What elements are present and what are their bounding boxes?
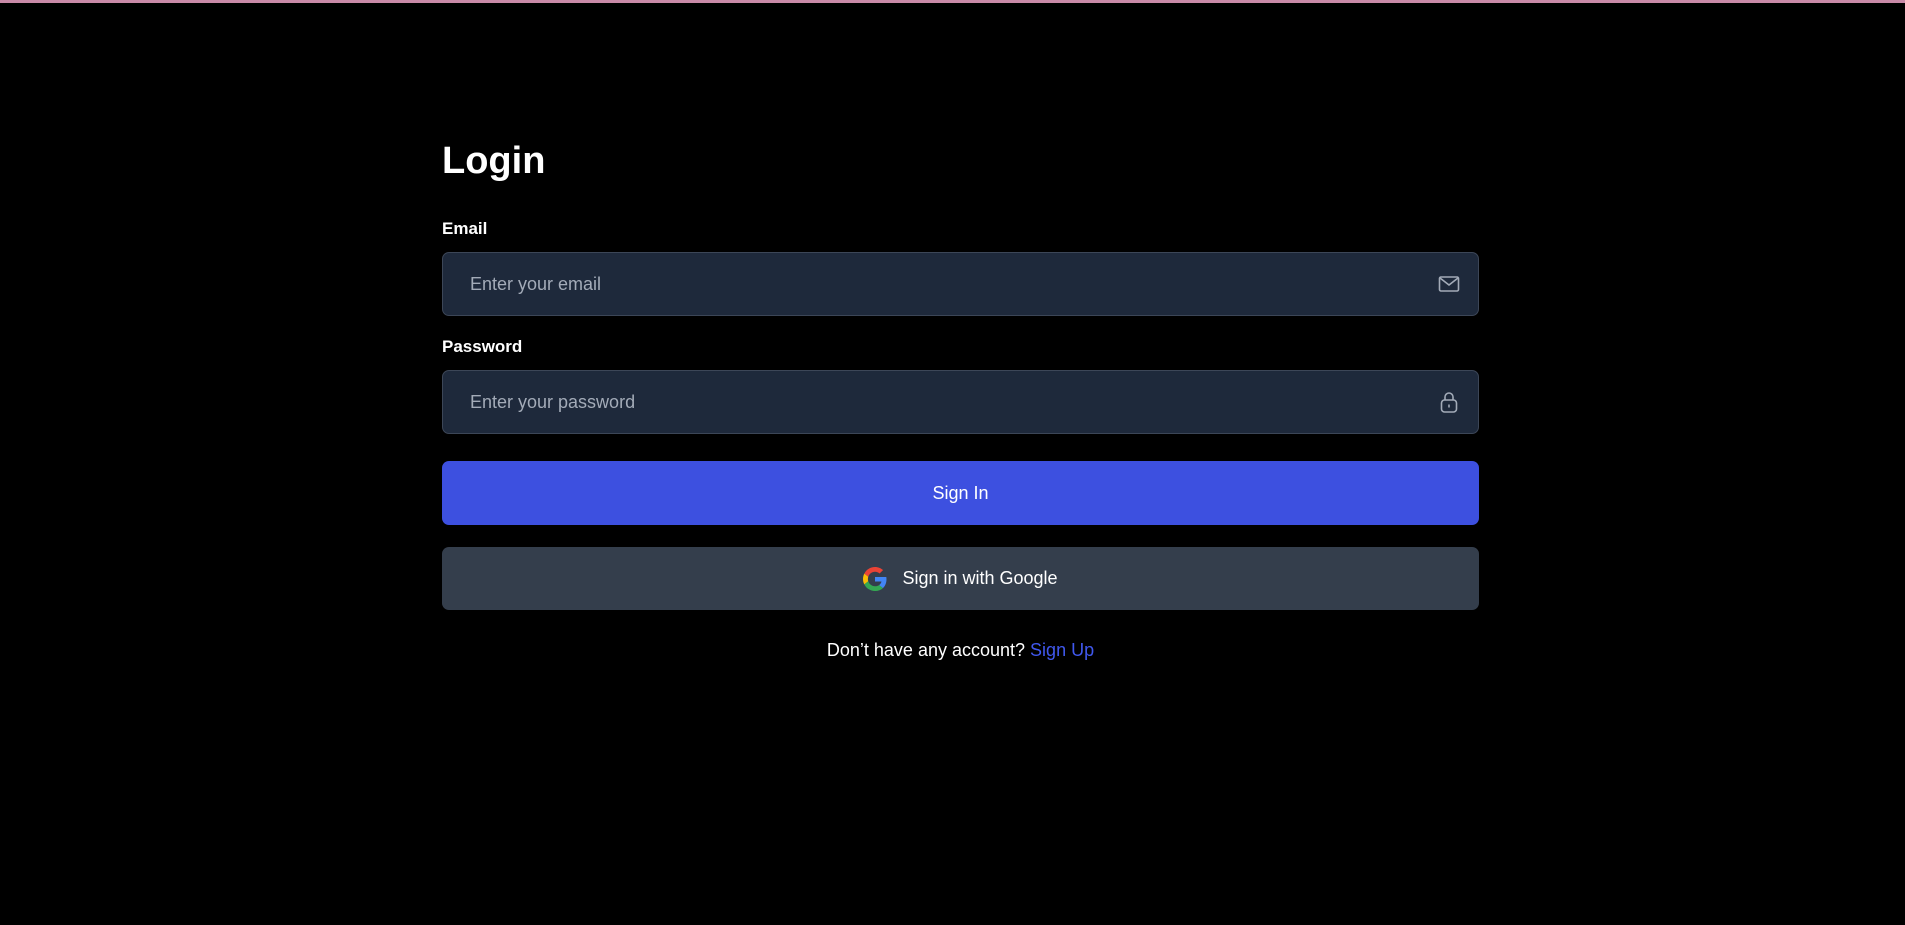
signup-prompt-text: Don’t have any account? <box>826 640 1026 660</box>
email-field[interactable] <box>442 252 1479 316</box>
google-icon <box>863 566 887 591</box>
top-accent-strip <box>0 0 1905 3</box>
sign-in-button[interactable]: Sign In <box>442 461 1479 525</box>
email-field-wrapper <box>442 252 1479 316</box>
page-title: Login <box>442 140 546 182</box>
login-form-container: Login Email Password Sign In Sign in wit… <box>442 130 1479 662</box>
google-sign-in-label: Sign in with Google <box>902 568 1058 588</box>
password-label: Password <box>442 337 523 356</box>
password-field-wrapper <box>442 370 1479 434</box>
lock-icon <box>1440 392 1458 413</box>
signup-prompt-row: Don’t have any account? Sign Up <box>442 638 1479 662</box>
email-label: Email <box>442 219 488 238</box>
google-sign-in-button[interactable]: Sign in with Google <box>442 547 1479 610</box>
mail-icon <box>1438 276 1460 292</box>
password-field[interactable] <box>442 370 1479 434</box>
sign-up-link[interactable]: Sign Up <box>1030 640 1094 660</box>
